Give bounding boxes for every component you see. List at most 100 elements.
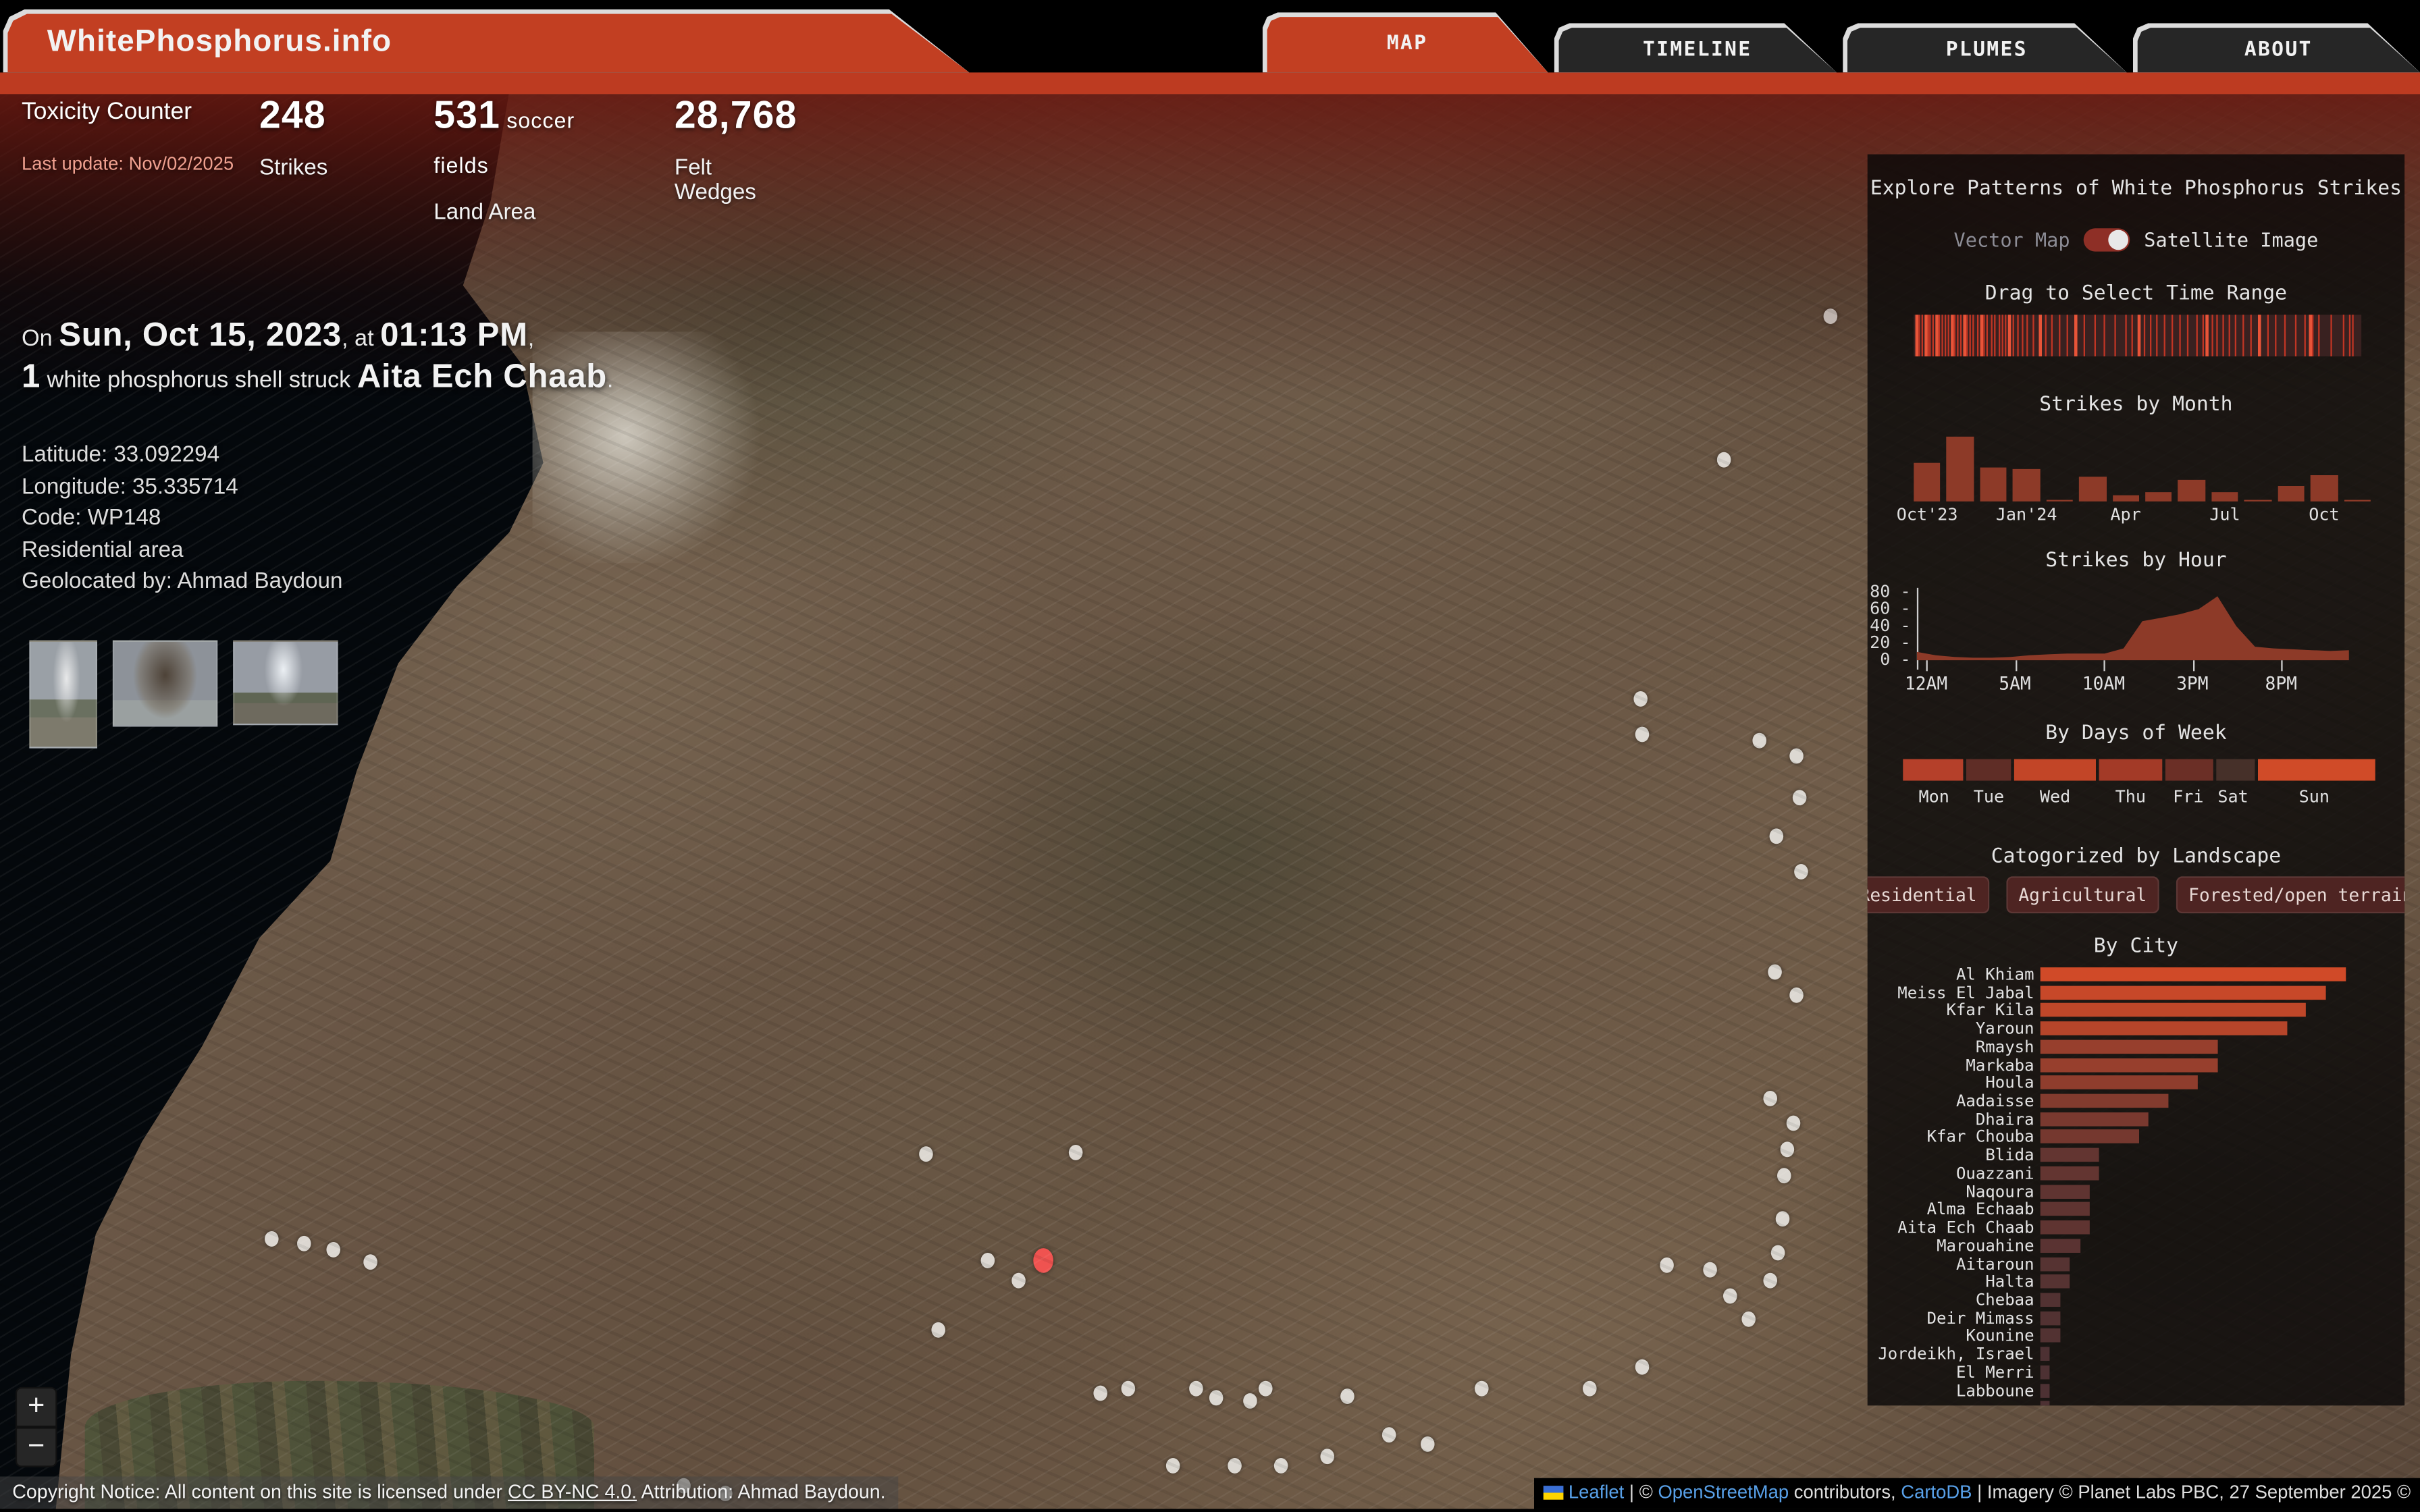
landscape-filter-residential[interactable]: Residential	[1868, 876, 1989, 913]
strike-marker-dot[interactable]	[1787, 1116, 1801, 1131]
day-label-Wed: Wed	[2040, 787, 2070, 807]
strike-marker-dot[interactable]	[1122, 1381, 1136, 1397]
time-strip-event-line	[1987, 315, 1988, 356]
time-strip-event-line	[2342, 315, 2344, 356]
strike-marker-dot[interactable]	[297, 1236, 311, 1251]
strike-marker-dot[interactable]	[1763, 1273, 1777, 1289]
attribution-link[interactable]: OpenStreetMap	[1658, 1481, 1789, 1503]
strike-marker-dot[interactable]	[1794, 864, 1808, 880]
month-axis-label: Oct	[2309, 504, 2339, 524]
strike-marker-dot[interactable]	[1228, 1458, 1242, 1474]
city-row-kounine: Kounine	[1868, 1328, 2404, 1345]
strike-marker-dot[interactable]	[1781, 1141, 1795, 1157]
strike-marker-dot[interactable]	[1770, 828, 1784, 844]
strike-marker-dot[interactable]	[1763, 1091, 1777, 1106]
time-strip-event-line	[1932, 315, 1933, 356]
selected-strike-marker[interactable]	[1033, 1248, 1053, 1273]
strike-marker-dot[interactable]	[919, 1146, 933, 1162]
time-strip-event-line	[2202, 315, 2203, 356]
strike-marker-dot[interactable]	[1259, 1381, 1273, 1397]
city-row-aitaroun: Aitaroun	[1868, 1255, 2404, 1272]
strike-marker-dot[interactable]	[1752, 733, 1766, 749]
cc-license-link[interactable]: CC BY-NC 4.0.	[508, 1481, 637, 1503]
attribution-link[interactable]: Leaflet	[1569, 1481, 1624, 1503]
landscape-filter-agricultural[interactable]: Agricultural	[2006, 876, 2159, 913]
strike-marker-dot[interactable]	[1723, 1289, 1737, 1304]
by-days-of-week-title: By Days of Week	[1868, 722, 2404, 745]
strike-marker-dot[interactable]	[1793, 790, 1807, 805]
strike-marker-dot[interactable]	[1771, 1245, 1785, 1261]
strike-marker-dot[interactable]	[1741, 1312, 1756, 1327]
zoom-in-button[interactable]: +	[16, 1387, 57, 1427]
day-label-Sun: Sun	[2299, 787, 2330, 807]
strike-marker-dot[interactable]	[1320, 1449, 1334, 1464]
strike-photo-thumbnail-1[interactable]	[29, 641, 97, 749]
time-strip-event-line	[2051, 315, 2053, 356]
strike-marker-dot[interactable]	[1069, 1145, 1083, 1160]
city-label: Yaroun	[1868, 1020, 2034, 1038]
strike-marker-dot[interactable]	[1583, 1381, 1597, 1397]
strike-marker-dot[interactable]	[1824, 308, 1838, 324]
zoom-out-button[interactable]: −	[16, 1427, 57, 1467]
strike-marker-dot[interactable]	[1011, 1273, 1026, 1289]
city-row-rmaysh: Rmaysh	[1868, 1038, 2404, 1055]
time-strip-event-line	[1970, 315, 1971, 356]
city-row-markaba: Markaba	[1868, 1056, 2404, 1073]
strikes-by-month-axis: Oct'23Jan'24AprJulOct	[1914, 504, 2377, 522]
event-text-small: , at	[342, 325, 380, 352]
strike-marker-dot[interactable]	[1635, 1359, 1650, 1375]
stat-strikes: 248Strikes	[259, 94, 327, 180]
strike-marker-dot[interactable]	[265, 1231, 279, 1247]
stat-value: 531soccer fields	[433, 94, 575, 184]
month-bar-Feb'24	[2046, 500, 2073, 502]
strike-marker-dot[interactable]	[1340, 1388, 1354, 1404]
whitephosphorus-map-app: WhitePhosphorus.info MAPTIMELINEPLUMESAB…	[0, 0, 2420, 1512]
site-title-tab[interactable]: WhitePhosphorus.info	[3, 9, 970, 73]
stat-label: Strikes	[259, 156, 327, 181]
strike-marker-dot[interactable]	[1703, 1262, 1717, 1278]
strike-marker-dot[interactable]	[1475, 1381, 1489, 1397]
strike-photo-thumbnail-3[interactable]	[233, 641, 338, 726]
satellite-image-label[interactable]: Satellite Image	[2144, 228, 2318, 251]
time-range-brush-strip[interactable]	[1914, 315, 2361, 356]
strike-marker-dot[interactable]	[1717, 452, 1731, 468]
attribution-text: | Imagery © Planet Labs PBC, 27 Septembe…	[1972, 1481, 2411, 1503]
city-row-dhaira: Dhaira	[1868, 1110, 2404, 1127]
strike-marker-dot[interactable]	[1660, 1258, 1674, 1273]
strike-marker-dot[interactable]	[1776, 1211, 1790, 1226]
city-label: Chebaa	[1868, 1291, 2034, 1310]
counter-last-update: Last update: Nov/02/2025	[22, 153, 234, 174]
basemap-toggle-switch[interactable]	[2084, 228, 2130, 251]
landscape-filter-forested[interactable]: Forested/open terrain	[2176, 876, 2404, 913]
strike-marker-dot[interactable]	[1189, 1381, 1203, 1397]
strike-marker-dot[interactable]	[1789, 749, 1804, 764]
city-row-partial	[1868, 1400, 2404, 1406]
city-label: Alma Echaab	[1868, 1201, 2034, 1219]
city-row-jordeikh-israel: Jordeikh, Israel	[1868, 1345, 2404, 1362]
vector-map-label[interactable]: Vector Map	[1954, 228, 2070, 251]
time-strip-event-line	[2235, 315, 2236, 356]
strike-marker-dot[interactable]	[1093, 1386, 1107, 1401]
strike-marker-dot[interactable]	[1209, 1390, 1224, 1405]
strike-marker-dot[interactable]	[1633, 691, 1648, 707]
attribution-link[interactable]: CartoDB	[1901, 1481, 1972, 1503]
strike-marker-dot[interactable]	[363, 1254, 377, 1270]
strike-marker-dot[interactable]	[1166, 1458, 1180, 1474]
strike-marker-dot[interactable]	[1421, 1436, 1435, 1452]
strike-marker-dot[interactable]	[1768, 965, 1782, 980]
strike-marker-dot[interactable]	[1789, 988, 1804, 1003]
month-axis-label: Jul	[2209, 504, 2240, 524]
strike-marker-dot[interactable]	[931, 1322, 945, 1338]
strike-marker-dot[interactable]	[981, 1253, 995, 1268]
time-strip-event-line	[2012, 315, 2014, 356]
hour-xtick-label: 10AM	[2082, 673, 2125, 695]
strike-marker-dot[interactable]	[1382, 1427, 1396, 1442]
strike-photo-thumbnail-2[interactable]	[113, 641, 217, 727]
strike-marker-dot[interactable]	[1777, 1168, 1791, 1183]
strike-marker-dot[interactable]	[1243, 1393, 1257, 1409]
strike-marker-dot[interactable]	[1274, 1458, 1288, 1474]
toggle-knob-icon	[2109, 230, 2129, 250]
strike-marker-dot[interactable]	[1635, 727, 1650, 742]
strike-marker-dot[interactable]	[326, 1242, 340, 1258]
month-axis-label: Jan'24	[1996, 504, 2057, 524]
